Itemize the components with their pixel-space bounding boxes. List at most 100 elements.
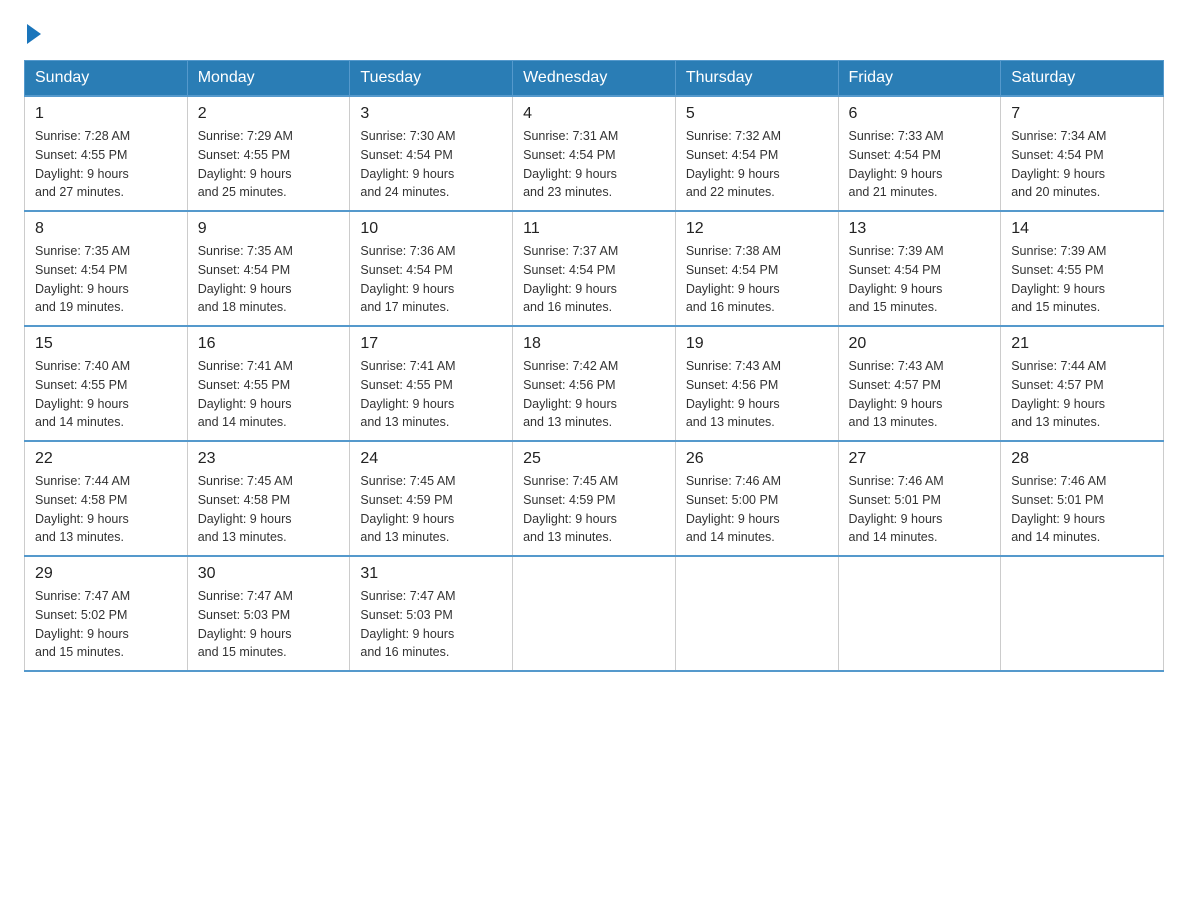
day-info: Sunrise: 7:29 AM Sunset: 4:55 PM Dayligh… xyxy=(198,127,340,202)
day-number: 25 xyxy=(523,450,665,468)
calendar-cell: 28 Sunrise: 7:46 AM Sunset: 5:01 PM Dayl… xyxy=(1001,441,1164,556)
day-info: Sunrise: 7:38 AM Sunset: 4:54 PM Dayligh… xyxy=(686,242,828,317)
calendar-cell: 31 Sunrise: 7:47 AM Sunset: 5:03 PM Dayl… xyxy=(350,556,513,671)
logo-general-text xyxy=(24,24,41,44)
calendar-week-row: 15 Sunrise: 7:40 AM Sunset: 4:55 PM Dayl… xyxy=(25,326,1164,441)
day-number: 29 xyxy=(35,565,177,583)
calendar-cell: 23 Sunrise: 7:45 AM Sunset: 4:58 PM Dayl… xyxy=(187,441,350,556)
day-info: Sunrise: 7:46 AM Sunset: 5:00 PM Dayligh… xyxy=(686,472,828,547)
calendar-cell: 12 Sunrise: 7:38 AM Sunset: 4:54 PM Dayl… xyxy=(675,211,838,326)
weekday-header-saturday: Saturday xyxy=(1001,61,1164,97)
calendar-cell: 20 Sunrise: 7:43 AM Sunset: 4:57 PM Dayl… xyxy=(838,326,1001,441)
day-number: 17 xyxy=(360,335,502,353)
day-number: 3 xyxy=(360,105,502,123)
day-info: Sunrise: 7:47 AM Sunset: 5:03 PM Dayligh… xyxy=(360,587,502,662)
calendar-cell: 22 Sunrise: 7:44 AM Sunset: 4:58 PM Dayl… xyxy=(25,441,188,556)
day-info: Sunrise: 7:41 AM Sunset: 4:55 PM Dayligh… xyxy=(360,357,502,432)
day-info: Sunrise: 7:35 AM Sunset: 4:54 PM Dayligh… xyxy=(198,242,340,317)
day-number: 21 xyxy=(1011,335,1153,353)
day-info: Sunrise: 7:47 AM Sunset: 5:03 PM Dayligh… xyxy=(198,587,340,662)
calendar-cell xyxy=(838,556,1001,671)
day-number: 11 xyxy=(523,220,665,238)
day-info: Sunrise: 7:42 AM Sunset: 4:56 PM Dayligh… xyxy=(523,357,665,432)
day-number: 14 xyxy=(1011,220,1153,238)
calendar-cell: 13 Sunrise: 7:39 AM Sunset: 4:54 PM Dayl… xyxy=(838,211,1001,326)
day-info: Sunrise: 7:39 AM Sunset: 4:54 PM Dayligh… xyxy=(849,242,991,317)
calendar-cell: 3 Sunrise: 7:30 AM Sunset: 4:54 PM Dayli… xyxy=(350,96,513,211)
calendar-cell xyxy=(675,556,838,671)
calendar-cell: 14 Sunrise: 7:39 AM Sunset: 4:55 PM Dayl… xyxy=(1001,211,1164,326)
day-number: 12 xyxy=(686,220,828,238)
day-number: 15 xyxy=(35,335,177,353)
weekday-header-friday: Friday xyxy=(838,61,1001,97)
day-number: 22 xyxy=(35,450,177,468)
day-number: 9 xyxy=(198,220,340,238)
calendar-cell xyxy=(513,556,676,671)
day-info: Sunrise: 7:45 AM Sunset: 4:58 PM Dayligh… xyxy=(198,472,340,547)
day-number: 6 xyxy=(849,105,991,123)
calendar-cell: 19 Sunrise: 7:43 AM Sunset: 4:56 PM Dayl… xyxy=(675,326,838,441)
day-number: 23 xyxy=(198,450,340,468)
weekday-header-wednesday: Wednesday xyxy=(513,61,676,97)
calendar-cell xyxy=(1001,556,1164,671)
calendar-cell: 16 Sunrise: 7:41 AM Sunset: 4:55 PM Dayl… xyxy=(187,326,350,441)
page-header xyxy=(24,24,1164,44)
day-info: Sunrise: 7:46 AM Sunset: 5:01 PM Dayligh… xyxy=(849,472,991,547)
day-number: 27 xyxy=(849,450,991,468)
day-info: Sunrise: 7:40 AM Sunset: 4:55 PM Dayligh… xyxy=(35,357,177,432)
day-number: 7 xyxy=(1011,105,1153,123)
day-info: Sunrise: 7:41 AM Sunset: 4:55 PM Dayligh… xyxy=(198,357,340,432)
calendar-cell: 2 Sunrise: 7:29 AM Sunset: 4:55 PM Dayli… xyxy=(187,96,350,211)
calendar-cell: 1 Sunrise: 7:28 AM Sunset: 4:55 PM Dayli… xyxy=(25,96,188,211)
day-number: 30 xyxy=(198,565,340,583)
day-info: Sunrise: 7:47 AM Sunset: 5:02 PM Dayligh… xyxy=(35,587,177,662)
calendar-cell: 27 Sunrise: 7:46 AM Sunset: 5:01 PM Dayl… xyxy=(838,441,1001,556)
calendar-cell: 17 Sunrise: 7:41 AM Sunset: 4:55 PM Dayl… xyxy=(350,326,513,441)
day-number: 5 xyxy=(686,105,828,123)
day-info: Sunrise: 7:44 AM Sunset: 4:58 PM Dayligh… xyxy=(35,472,177,547)
day-info: Sunrise: 7:34 AM Sunset: 4:54 PM Dayligh… xyxy=(1011,127,1153,202)
calendar-cell: 10 Sunrise: 7:36 AM Sunset: 4:54 PM Dayl… xyxy=(350,211,513,326)
day-info: Sunrise: 7:37 AM Sunset: 4:54 PM Dayligh… xyxy=(523,242,665,317)
calendar-week-row: 29 Sunrise: 7:47 AM Sunset: 5:02 PM Dayl… xyxy=(25,556,1164,671)
calendar-week-row: 8 Sunrise: 7:35 AM Sunset: 4:54 PM Dayli… xyxy=(25,211,1164,326)
calendar-week-row: 1 Sunrise: 7:28 AM Sunset: 4:55 PM Dayli… xyxy=(25,96,1164,211)
day-info: Sunrise: 7:43 AM Sunset: 4:57 PM Dayligh… xyxy=(849,357,991,432)
day-number: 8 xyxy=(35,220,177,238)
day-number: 4 xyxy=(523,105,665,123)
weekday-header-monday: Monday xyxy=(187,61,350,97)
day-info: Sunrise: 7:39 AM Sunset: 4:55 PM Dayligh… xyxy=(1011,242,1153,317)
day-info: Sunrise: 7:35 AM Sunset: 4:54 PM Dayligh… xyxy=(35,242,177,317)
day-info: Sunrise: 7:32 AM Sunset: 4:54 PM Dayligh… xyxy=(686,127,828,202)
calendar-cell: 15 Sunrise: 7:40 AM Sunset: 4:55 PM Dayl… xyxy=(25,326,188,441)
day-number: 2 xyxy=(198,105,340,123)
day-info: Sunrise: 7:44 AM Sunset: 4:57 PM Dayligh… xyxy=(1011,357,1153,432)
weekday-header-thursday: Thursday xyxy=(675,61,838,97)
calendar-cell: 8 Sunrise: 7:35 AM Sunset: 4:54 PM Dayli… xyxy=(25,211,188,326)
calendar-cell: 4 Sunrise: 7:31 AM Sunset: 4:54 PM Dayli… xyxy=(513,96,676,211)
logo-arrow-icon xyxy=(27,24,41,44)
calendar-cell: 21 Sunrise: 7:44 AM Sunset: 4:57 PM Dayl… xyxy=(1001,326,1164,441)
day-info: Sunrise: 7:33 AM Sunset: 4:54 PM Dayligh… xyxy=(849,127,991,202)
day-number: 24 xyxy=(360,450,502,468)
day-info: Sunrise: 7:46 AM Sunset: 5:01 PM Dayligh… xyxy=(1011,472,1153,547)
day-info: Sunrise: 7:45 AM Sunset: 4:59 PM Dayligh… xyxy=(523,472,665,547)
calendar-cell: 30 Sunrise: 7:47 AM Sunset: 5:03 PM Dayl… xyxy=(187,556,350,671)
day-number: 19 xyxy=(686,335,828,353)
day-number: 18 xyxy=(523,335,665,353)
calendar-cell: 26 Sunrise: 7:46 AM Sunset: 5:00 PM Dayl… xyxy=(675,441,838,556)
weekday-header-tuesday: Tuesday xyxy=(350,61,513,97)
weekday-header-row: SundayMondayTuesdayWednesdayThursdayFrid… xyxy=(25,61,1164,97)
calendar-cell: 24 Sunrise: 7:45 AM Sunset: 4:59 PM Dayl… xyxy=(350,441,513,556)
calendar-week-row: 22 Sunrise: 7:44 AM Sunset: 4:58 PM Dayl… xyxy=(25,441,1164,556)
day-number: 26 xyxy=(686,450,828,468)
day-info: Sunrise: 7:45 AM Sunset: 4:59 PM Dayligh… xyxy=(360,472,502,547)
day-number: 20 xyxy=(849,335,991,353)
calendar-cell: 7 Sunrise: 7:34 AM Sunset: 4:54 PM Dayli… xyxy=(1001,96,1164,211)
calendar-cell: 29 Sunrise: 7:47 AM Sunset: 5:02 PM Dayl… xyxy=(25,556,188,671)
day-info: Sunrise: 7:31 AM Sunset: 4:54 PM Dayligh… xyxy=(523,127,665,202)
day-number: 13 xyxy=(849,220,991,238)
day-number: 28 xyxy=(1011,450,1153,468)
day-info: Sunrise: 7:28 AM Sunset: 4:55 PM Dayligh… xyxy=(35,127,177,202)
calendar-cell: 5 Sunrise: 7:32 AM Sunset: 4:54 PM Dayli… xyxy=(675,96,838,211)
